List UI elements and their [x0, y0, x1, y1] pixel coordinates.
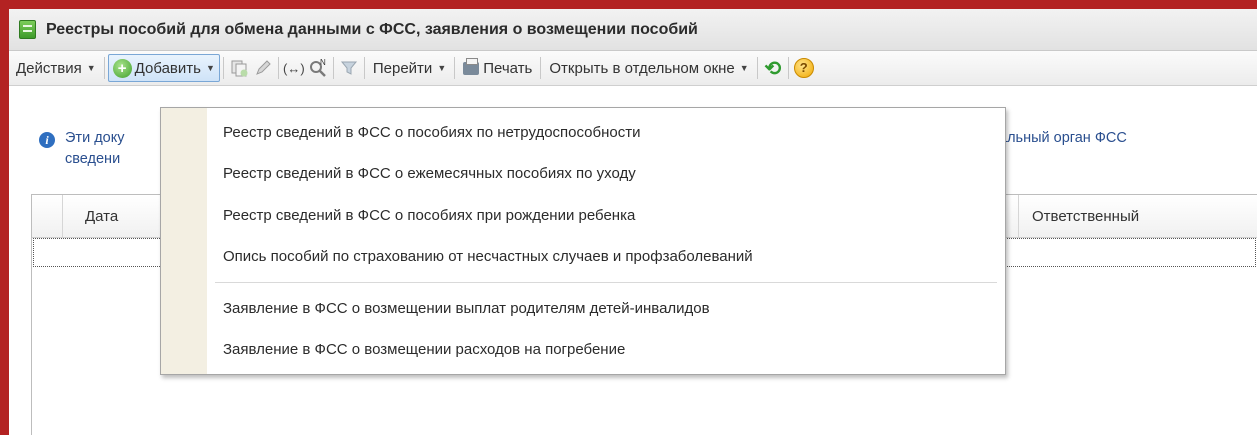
print-label: Печать — [483, 59, 533, 77]
goto-label: Перейти — [372, 59, 433, 77]
info-text-line1-start: Эти доку — [65, 130, 125, 146]
title-bar: Реестры пособий для обмена данными с ФСС… — [9, 9, 1257, 51]
chevron-down-icon: ▼ — [205, 63, 215, 73]
list-document-icon — [19, 20, 36, 39]
goto-menu-button[interactable]: Перейти ▼ — [368, 55, 451, 81]
info-icon: i — [39, 132, 55, 148]
link-icon[interactable]: (↔) — [282, 56, 306, 80]
toolbar-divider — [103, 57, 105, 79]
info-text-line1-end: альный орган ФСС — [999, 130, 1127, 146]
add-dropdown-menu: Реестр сведений в ФСС о пособиях по нетр… — [160, 107, 1006, 375]
menu-item-burial-claim[interactable]: Заявление в ФСС о возмещении расходов на… — [223, 341, 625, 358]
toolbar-divider — [277, 57, 279, 79]
toolbar-divider — [787, 57, 789, 79]
column-divider — [62, 195, 63, 237]
plus-circle-icon: + — [112, 58, 132, 78]
toolbar-divider — [454, 57, 456, 79]
column-divider — [1018, 195, 1019, 237]
chevron-down-icon: ▼ — [437, 63, 447, 73]
toolbar-divider — [756, 57, 758, 79]
toolbar: Действия ▼ + Добавить ▼ (↔) N Перейти ▼ — [9, 51, 1257, 86]
window-title: Реестры пособий для обмена данными с ФСС… — [46, 20, 698, 38]
chevron-down-icon: ▼ — [86, 63, 96, 73]
filter-icon[interactable] — [337, 56, 361, 80]
main-window: Реестры пособий для обмена данными с ФСС… — [9, 9, 1257, 435]
menu-item-childcare-registry[interactable]: Реестр сведений в ФСС о ежемесячных посо… — [223, 165, 636, 182]
menu-gutter — [161, 108, 207, 374]
help-button[interactable]: ? — [792, 56, 816, 80]
add-label: Добавить — [134, 59, 201, 77]
menu-item-disabled-children-claim[interactable]: Заявление в ФСС о возмещении выплат роди… — [223, 300, 710, 317]
column-header-date[interactable]: Дата — [85, 208, 118, 225]
refresh-icon[interactable]: ⟲ — [761, 56, 785, 80]
search-icon[interactable]: N — [306, 56, 330, 80]
menu-item-disability-registry[interactable]: Реестр сведений в ФСС о пособиях по нетр… — [223, 124, 641, 141]
toolbar-divider — [540, 57, 542, 79]
info-text-line2-start: сведени — [65, 151, 121, 167]
toolbar-divider — [332, 57, 334, 79]
column-header-responsible[interactable]: Ответственный — [1032, 208, 1139, 225]
menu-divider — [215, 282, 997, 283]
add-menu-button[interactable]: + Добавить ▼ — [107, 54, 220, 82]
open-window-menu-button[interactable]: Открыть в отдельном окне ▼ — [544, 55, 753, 81]
help-icon: ? — [793, 58, 814, 78]
pencil-icon[interactable] — [251, 56, 275, 80]
svg-text:N: N — [320, 58, 326, 67]
actions-menu-button[interactable]: Действия ▼ — [11, 55, 101, 81]
open-window-label: Открыть в отдельном окне — [549, 59, 735, 77]
toolbar-divider — [222, 57, 224, 79]
toolbar-divider — [363, 57, 365, 79]
chevron-down-icon: ▼ — [739, 63, 749, 73]
copy-icon[interactable] — [227, 56, 251, 80]
menu-item-accident-inventory[interactable]: Опись пособий по страхованию от несчастн… — [223, 248, 753, 265]
print-button[interactable]: Печать — [458, 55, 537, 81]
printer-icon — [463, 57, 480, 75]
actions-label: Действия — [16, 59, 82, 77]
menu-item-birth-registry[interactable]: Реестр сведений в ФСС о пособиях при рож… — [223, 207, 635, 224]
